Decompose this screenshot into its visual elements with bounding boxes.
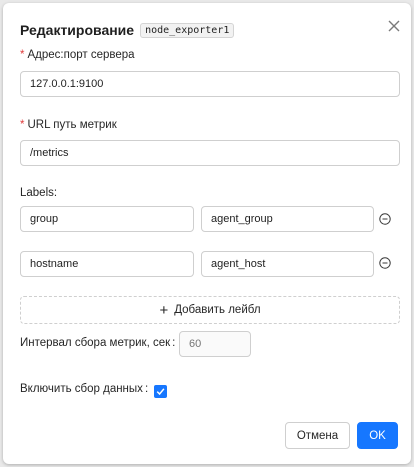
label-key-input[interactable] (20, 206, 194, 232)
close-icon[interactable] (387, 19, 401, 33)
interval-input[interactable] (179, 331, 251, 357)
required-mark: * (20, 49, 25, 61)
label-value-input[interactable] (201, 206, 374, 232)
dialog-title: Редактирование node_exporter1 (20, 22, 235, 38)
cancel-button[interactable]: Отмена (285, 422, 350, 449)
label-key-input[interactable] (20, 251, 194, 277)
address-label: * Адрес:порт сервера (20, 49, 135, 61)
enable-collection-checkbox[interactable] (154, 385, 167, 398)
edit-dialog: Редактирование node_exporter1 * Адрес:пор… (3, 3, 411, 464)
labels-heading: Labels: (20, 187, 58, 199)
check-icon (156, 388, 165, 396)
ok-button[interactable]: OK (357, 422, 398, 449)
metrics-path-label: * URL путь метрик (20, 119, 117, 131)
minus-circle-icon[interactable] (379, 213, 391, 225)
enable-collection-label: Включить сбор данных: (20, 383, 149, 395)
required-mark: * (20, 119, 25, 131)
exporter-name-badge: node_exporter1 (140, 22, 235, 38)
metrics-path-input[interactable] (20, 140, 400, 166)
add-label-text: Добавить лейбл (174, 304, 261, 316)
dialog-title-text: Редактирование (20, 22, 135, 38)
label-value-input[interactable] (201, 251, 374, 277)
minus-circle-icon[interactable] (379, 257, 391, 269)
interval-label: Интервал сбора метрик, сек: (20, 337, 176, 349)
address-input[interactable] (20, 71, 400, 97)
add-label-button[interactable]: + Добавить лейбл (20, 296, 400, 324)
plus-icon: + (159, 301, 169, 319)
